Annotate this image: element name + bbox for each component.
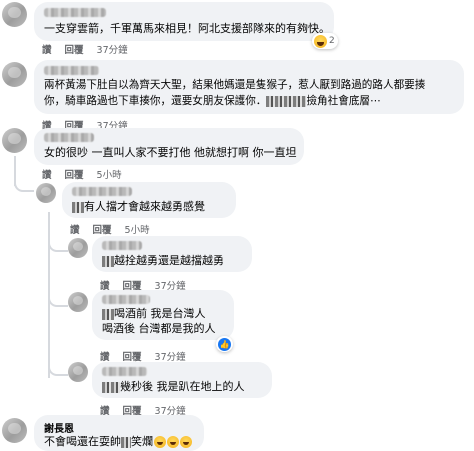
avatar[interactable]: [2, 2, 27, 27]
haha-reaction-icon: [314, 34, 327, 48]
author-name[interactable]: [44, 133, 94, 142]
reply-button[interactable]: 回覆: [93, 225, 112, 236]
avatar[interactable]: [68, 238, 88, 258]
comment-actions: 讚 回覆 5小時: [42, 167, 135, 181]
avatar[interactable]: [2, 128, 27, 153]
reply-actions: 讚 回覆 5小時: [70, 222, 163, 236]
avatar[interactable]: [68, 362, 88, 382]
comment-text: 女的很吵 一直叫人家不要打他 他就想打啊 你一直坦: [44, 146, 297, 159]
censored-text: [72, 201, 84, 213]
censored-text: [266, 95, 307, 107]
timestamp[interactable]: 5小時: [125, 225, 150, 236]
author-name[interactable]: [72, 187, 132, 196]
like-button[interactable]: 讚: [42, 45, 52, 56]
reply-text-line-2: 喝酒後 台灣都是我的人: [102, 322, 216, 335]
avatar[interactable]: [2, 418, 27, 443]
laughing-emoji-icon: [154, 436, 166, 448]
avatar[interactable]: [68, 292, 88, 312]
author-name[interactable]: [44, 8, 106, 17]
censored-text: [121, 436, 131, 448]
timestamp[interactable]: 37分鐘: [97, 45, 128, 56]
author-name[interactable]: [102, 295, 150, 304]
avatar[interactable]: [36, 183, 56, 203]
reply-text: 有人擋才會越來越勇感覺: [72, 199, 205, 214]
author-name[interactable]: [44, 66, 99, 75]
reply-text: 越拴越勇還是越擋越勇: [102, 253, 224, 268]
author-name[interactable]: [102, 367, 147, 376]
reply-button[interactable]: 回覆: [65, 170, 84, 181]
comment-text-line-2: 你，騎車路過也下車揍你，還要女朋友保護你． 撿角社會底層⋯: [44, 95, 381, 107]
reply-bubble: 喝酒前 我是台灣人 喝酒後 台灣都是我的人: [92, 290, 234, 340]
censored-text: [102, 381, 120, 393]
reply-bubble: 有人擋才會越來越勇感覺: [62, 182, 236, 218]
laughing-emoji-icon: [180, 436, 192, 448]
comment-bubble: 一支穿雲箭，千軍萬馬來相見！阿北支援部隊來的有夠快。: [34, 2, 334, 41]
thread-connector: [48, 240, 68, 252]
like-button[interactable]: 讚: [70, 225, 80, 236]
laughing-emoji-icon: [167, 436, 179, 448]
like-button[interactable]: 讚: [42, 170, 52, 181]
reaction-count: 2: [329, 36, 335, 46]
comment-bubble: 女的很吵 一直叫人家不要打他 他就想打啊 你一直坦: [34, 128, 304, 165]
censored-text: [102, 308, 114, 320]
comment-text-line-1: 兩杯黃湯下肚自以為齊天大聖，結果他媽還是隻猴子，惹人厭到路過的路人都要揍: [44, 79, 426, 91]
reply-bubble: 幾秒後 我是趴在地上的人: [92, 362, 272, 398]
reply-button[interactable]: 回覆: [65, 45, 84, 56]
comment-bubble: 謝長恩 不會喝還在耍帥 笑爛: [34, 415, 204, 451]
comment-text: 不會喝還在耍帥 笑爛: [44, 434, 192, 449]
reply-text: 幾秒後 我是趴在地上的人: [102, 379, 245, 394]
thread-connector: [48, 364, 68, 376]
avatar[interactable]: [2, 62, 27, 87]
author-name[interactable]: [102, 241, 142, 250]
reply-text-line-1: 喝酒前 我是台灣人: [102, 306, 206, 321]
comment-bubble: 兩杯黃湯下肚自以為齊天大聖，結果他媽還是隻猴子，惹人厭到路過的路人都要揍 你，騎…: [34, 60, 464, 114]
comment-actions: 讚 回覆 37分鐘: [42, 42, 141, 56]
reply-bubble: 越拴越勇還是越擋越勇: [92, 236, 252, 272]
comment-text: 一支穿雲箭，千軍萬馬來相見！阿北支援部隊來的有夠快。: [44, 22, 330, 35]
reaction-summary[interactable]: 2: [312, 33, 338, 49]
author-name[interactable]: 謝長恩: [44, 420, 74, 435]
thread-connector: [14, 180, 34, 192]
reply-actions: 讚回覆 37分鐘: [100, 349, 199, 363]
thread-connector: [48, 295, 68, 307]
timestamp[interactable]: 5小時: [97, 170, 122, 181]
censored-text: [102, 255, 114, 267]
like-reaction-icon: 👍: [218, 337, 231, 351]
reaction-summary[interactable]: 👍: [216, 336, 233, 352]
